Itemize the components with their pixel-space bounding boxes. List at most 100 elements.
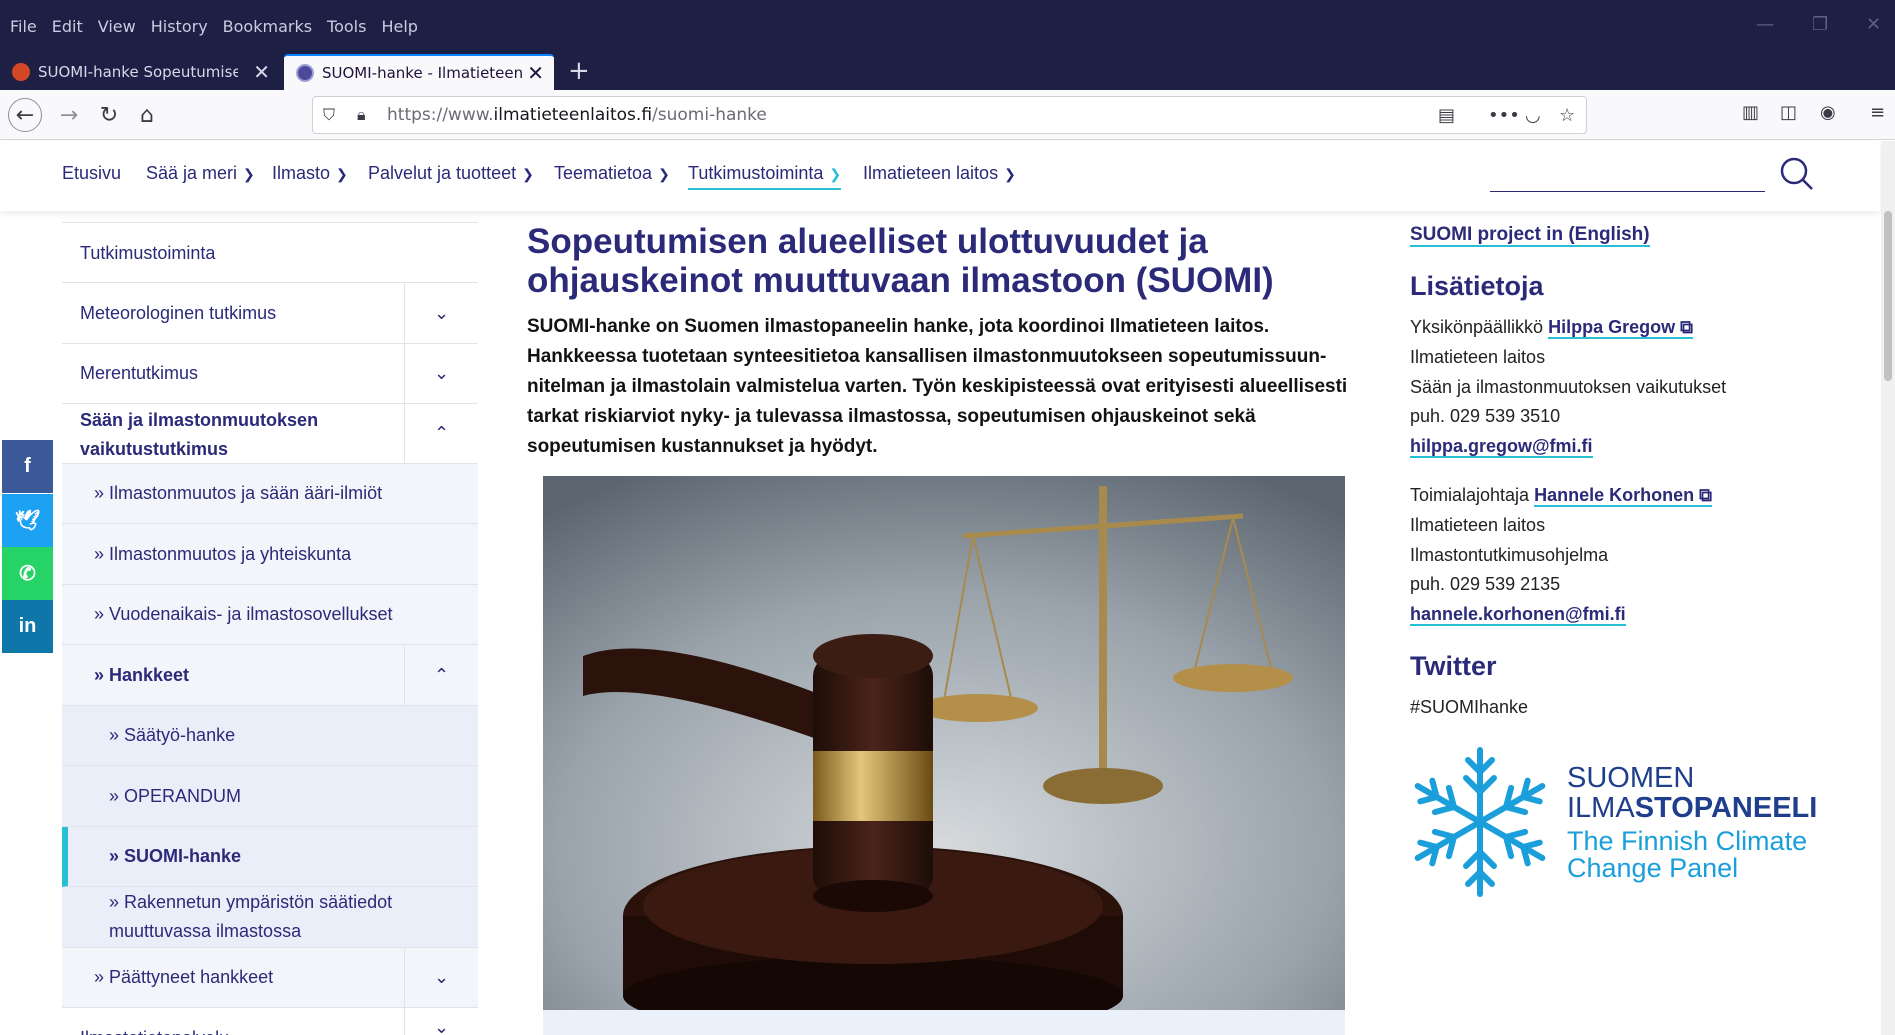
nav-teematietoa[interactable]: Teematietoa ❯: [554, 163, 670, 184]
menu-help[interactable]: Help: [381, 17, 417, 36]
contact1-unit: Sään ja ilmastonmuutoksen vaikutukset: [1410, 377, 1727, 397]
lead-paragraph: SUOMI-hanke on Suomen ilmastopaneelin ha…: [527, 316, 1348, 457]
reload-button[interactable]: ↻: [92, 98, 126, 132]
chevron-down-icon[interactable]: ⌄: [404, 948, 478, 1007]
page-scrollbar[interactable]: [1881, 141, 1895, 1035]
facebook-share-button[interactable]: f: [2, 440, 53, 493]
tracking-shield-icon[interactable]: ⛉: [323, 105, 335, 125]
side-menu-subitem[interactable]: » Vuodenaikais- ja ilmastosovellukset: [62, 585, 478, 645]
chevron-down-icon: ❯: [522, 166, 534, 182]
contact1-phone: puh. 029 539 3510: [1410, 406, 1561, 426]
chevron-up-icon[interactable]: ⌃: [404, 404, 478, 463]
site-navigation: Etusivu Sää ja meri ❯ Ilmasto ❯ Palvelut j…: [0, 141, 1880, 211]
tab-bar: SUOMI-hanke Sopeutumisen sä ✕ SUOMI-hank…: [0, 52, 1895, 90]
image-caption-strip: [543, 1010, 1345, 1035]
side-menu-item-expanded[interactable]: Sään ja ilmastonmuutoksen vaikutustutkim…: [62, 404, 478, 464]
contact2-org: Ilmatieteen laitos: [1410, 515, 1546, 535]
lock-icon[interactable]: 🔒︎: [357, 105, 366, 125]
side-menu-item[interactable]: Meteorologinen tutkimus ⌄: [62, 283, 478, 344]
side-menu-subitem[interactable]: » Päättyneet hankkeet ⌄: [62, 948, 478, 1008]
chevron-down-icon[interactable]: ⌄: [404, 1008, 478, 1035]
contact2-name-link[interactable]: Hannele Korhonen ⧉: [1534, 485, 1712, 507]
external-link-icon: ⧉: [1680, 317, 1693, 337]
chevron-up-icon[interactable]: ⌃: [404, 645, 478, 705]
chevron-down-icon[interactable]: ⌄: [404, 283, 478, 343]
nav-saa-ja-meri[interactable]: Sää ja meri ❯: [146, 163, 255, 184]
chevron-down-icon: ❯: [829, 166, 842, 182]
nav-etusivu[interactable]: Etusivu: [62, 163, 121, 184]
minimize-icon[interactable]: —: [1756, 14, 1774, 35]
snowflake-icon: [1410, 747, 1550, 902]
contact1-org: Ilmatieteen laitos: [1410, 347, 1546, 367]
external-link-icon: ⧉: [1699, 485, 1712, 505]
scrollbar-thumb[interactable]: [1884, 211, 1892, 381]
library-icon[interactable]: ▥: [1742, 102, 1759, 123]
chevron-down-icon: ❯: [658, 166, 670, 182]
twitter-heading: Twitter: [1410, 651, 1497, 681]
tab-close-icon[interactable]: ✕: [253, 60, 270, 84]
chevron-down-icon: ❯: [1004, 166, 1016, 182]
contact2-email-link[interactable]: hannele.korhonen@fmi.fi: [1410, 604, 1626, 626]
twitter-bird-icon: 🕊︎: [14, 510, 41, 532]
tab-title: SUOMI-hanke Sopeutumisen sä: [38, 63, 238, 81]
side-menu-subsubitem[interactable]: » Säätyö-hanke: [62, 706, 478, 766]
bookmark-star-icon[interactable]: ☆: [1559, 105, 1575, 126]
menu-history[interactable]: History: [151, 17, 208, 36]
side-menu-subitem[interactable]: » Ilmastonmuutos ja yhteiskunta: [62, 524, 478, 585]
side-menu-subsubitem[interactable]: » Rakennetun ympäristön säätiedot muuttu…: [62, 887, 478, 948]
contact1-email-link[interactable]: hilppa.gregow@fmi.fi: [1410, 436, 1593, 458]
side-menu-subitem[interactable]: » Ilmastonmuutos ja sään ääri-ilmiöt: [62, 464, 478, 524]
nav-tutkimustoiminta[interactable]: Tutkimustoiminta ❯: [688, 163, 842, 190]
side-menu-item[interactable]: Tutkimustoiminta: [62, 222, 478, 283]
twitter-hashtag[interactable]: #SUOMIhanke: [1410, 697, 1528, 718]
pocket-icon[interactable]: ◡: [1525, 105, 1541, 126]
menu-tools[interactable]: Tools: [327, 17, 366, 36]
nav-ilmasto[interactable]: Ilmasto ❯: [272, 163, 348, 184]
contact2-role-line: Toimialajohtaja Hannele Korhonen ⧉: [1410, 485, 1712, 507]
gavel-and-scales-image: [543, 476, 1345, 1010]
chevron-down-icon[interactable]: ⌄: [404, 344, 478, 403]
account-icon[interactable]: ◉: [1820, 102, 1836, 123]
back-button[interactable]: ←: [8, 98, 42, 132]
page-title: Sopeutumisen alueelliset ulottuvuudet ja…: [527, 222, 1274, 300]
whatsapp-share-button[interactable]: ✆: [2, 547, 53, 600]
nav-ilmatieteen-laitos[interactable]: Ilmatieteen laitos ❯: [863, 163, 1016, 184]
chevron-down-icon: ❯: [336, 166, 348, 182]
search-icon[interactable]: [1778, 155, 1816, 193]
menu-file[interactable]: File: [10, 17, 37, 36]
side-menu-item[interactable]: Merentutkimus ⌄: [62, 344, 478, 404]
browser-menubar: File Edit View History Bookmarks Tools H…: [0, 0, 1895, 52]
close-window-icon[interactable]: ✕: [1866, 14, 1881, 35]
forward-button[interactable]: →: [52, 98, 86, 132]
english-link[interactable]: SUOMI project in (English): [1410, 224, 1650, 247]
browser-navbar: ← → ↻ ⌂ ⛉ 🔒︎ https://www.ilmatieteenlait…: [0, 90, 1895, 140]
contact1-name-link[interactable]: Hilppa Gregow ⧉: [1548, 317, 1693, 339]
new-tab-icon[interactable]: +: [568, 56, 590, 86]
tab-suomi-hanke-ppt[interactable]: SUOMI-hanke Sopeutumisen sä ✕: [0, 54, 280, 90]
side-menu-subitem-expanded[interactable]: » Hankkeet ⌃: [62, 645, 478, 706]
info-heading: Lisätietoja: [1410, 271, 1544, 301]
side-menu-subsubitem[interactable]: » OPERANDUM: [62, 766, 478, 827]
linkedin-share-button[interactable]: in: [2, 600, 53, 653]
url-text: https://www.ilmatieteenlaitos.fi/suomi-h…: [387, 105, 767, 125]
restore-icon[interactable]: ❐: [1812, 14, 1828, 35]
sidebar-icon[interactable]: ◫: [1780, 102, 1797, 123]
contact1-role-line: Yksikönpäällikkö Hilppa Gregow ⧉: [1410, 317, 1693, 339]
reader-view-icon[interactable]: ▤: [1438, 105, 1455, 126]
fmi-favicon-icon: [296, 64, 314, 82]
address-bar[interactable]: ⛉ 🔒︎ https://www.ilmatieteenlaitos.fi/su…: [312, 96, 1587, 134]
powerpoint-icon: [12, 63, 30, 81]
site-search-input[interactable]: [1490, 191, 1765, 192]
hamburger-menu-icon[interactable]: ≡: [1870, 102, 1885, 123]
tab-close-icon[interactable]: ✕: [527, 61, 544, 85]
twitter-share-button[interactable]: 🕊︎: [2, 494, 53, 547]
home-button[interactable]: ⌂: [130, 98, 164, 132]
menu-edit[interactable]: Edit: [52, 17, 83, 36]
tab-suomi-hanke-fmi[interactable]: SUOMI-hanke - Ilmatieteen lait ✕: [284, 54, 554, 90]
nav-palvelut-ja-tuotteet[interactable]: Palvelut ja tuotteet ❯: [368, 163, 534, 184]
side-menu-subsubitem-current[interactable]: » SUOMI-hanke: [62, 827, 478, 887]
page-actions-icon[interactable]: •••: [1488, 105, 1520, 126]
side-menu-item[interactable]: Ilmastotietopalvelu ⌄: [62, 1008, 478, 1035]
menu-view[interactable]: View: [98, 17, 136, 36]
menu-bookmarks[interactable]: Bookmarks: [223, 17, 312, 36]
